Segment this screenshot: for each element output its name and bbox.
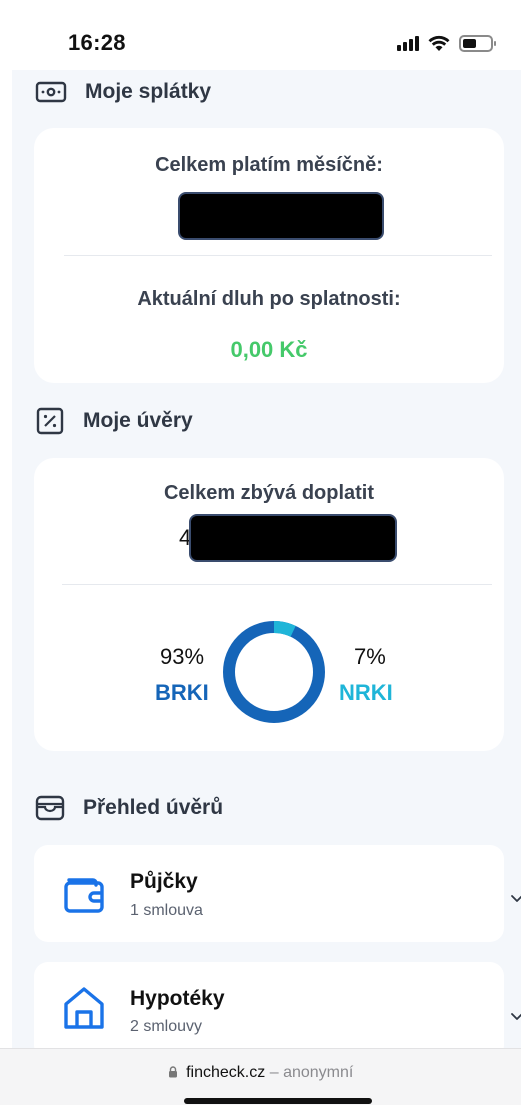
overdue-debt-label: Aktuální dluh po splatnosti:: [137, 288, 401, 310]
lock-icon: [168, 1064, 186, 1081]
wallet-outline-icon: [35, 794, 65, 822]
overdue-debt-value: 0,00 Kč: [230, 337, 308, 362]
section-loans-header: Moje úvěry: [35, 406, 193, 436]
section-overview-header: Přehled úvěrů: [35, 794, 223, 822]
cellular-signal-icon: [397, 35, 419, 51]
donut-segment-brki: [223, 621, 325, 723]
url-separator: –: [269, 1064, 279, 1081]
divider: [64, 255, 492, 256]
percent-icon: [35, 406, 65, 436]
url-display[interactable]: fincheck.cz – anonymní: [0, 1064, 521, 1082]
section-overview-title: Přehled úvěrů: [83, 796, 224, 819]
loan-type-donut-chart: [223, 621, 325, 723]
section-payments-title: Moje splátky: [85, 80, 212, 103]
brki-percent: 93%: [160, 644, 205, 669]
loan-item-subtitle: 2 smlouvy: [130, 1018, 203, 1035]
chevron-down-icon[interactable]: [510, 1008, 521, 1026]
payments-card: Celkem platím měsíčně: Aktuální dluh po …: [34, 128, 504, 383]
wallet-icon: [63, 872, 107, 919]
loans-card: Celkem zbývá doplatit 4 93% BRKI 7% NRKI: [34, 458, 504, 751]
remaining-value-redacted: [189, 514, 397, 562]
status-icons: [397, 32, 496, 54]
status-bar: 16:28: [0, 0, 521, 70]
section-loans-title: Moje úvěry: [83, 409, 193, 432]
chevron-down-icon[interactable]: [510, 890, 521, 908]
loan-item-title: Půjčky: [130, 870, 198, 893]
url-domain: fincheck.cz: [186, 1064, 266, 1081]
battery-icon: [459, 34, 496, 52]
home-indicator[interactable]: [184, 1098, 372, 1104]
monthly-payment-value-redacted: [178, 192, 384, 240]
monthly-payment-label: Celkem platím měsíčně:: [155, 154, 383, 176]
status-time: 16:28: [68, 30, 126, 55]
remaining-label: Celkem zbývá doplatit: [163, 482, 375, 504]
nrki-label: NRKI: [339, 680, 393, 705]
loan-item-title: Hypotéky: [130, 987, 225, 1010]
loan-item-hypoteky[interactable]: Hypotéky 2 smlouvy: [34, 962, 521, 1059]
private-mode-label: anonymní: [283, 1064, 354, 1081]
wifi-icon: [428, 35, 450, 51]
banknote-icon: [35, 80, 67, 104]
loan-item-pujcky[interactable]: Půjčky 1 smlouva: [34, 845, 521, 942]
brki-label: BRKI: [155, 680, 209, 705]
browser-address-bar[interactable]: fincheck.cz – anonymní: [0, 1048, 521, 1105]
divider: [62, 584, 492, 585]
loan-item-subtitle: 1 smlouva: [130, 902, 203, 919]
house-icon: [62, 984, 106, 1037]
section-payments-header: Moje splátky: [35, 80, 211, 104]
nrki-percent: 7%: [354, 644, 386, 669]
